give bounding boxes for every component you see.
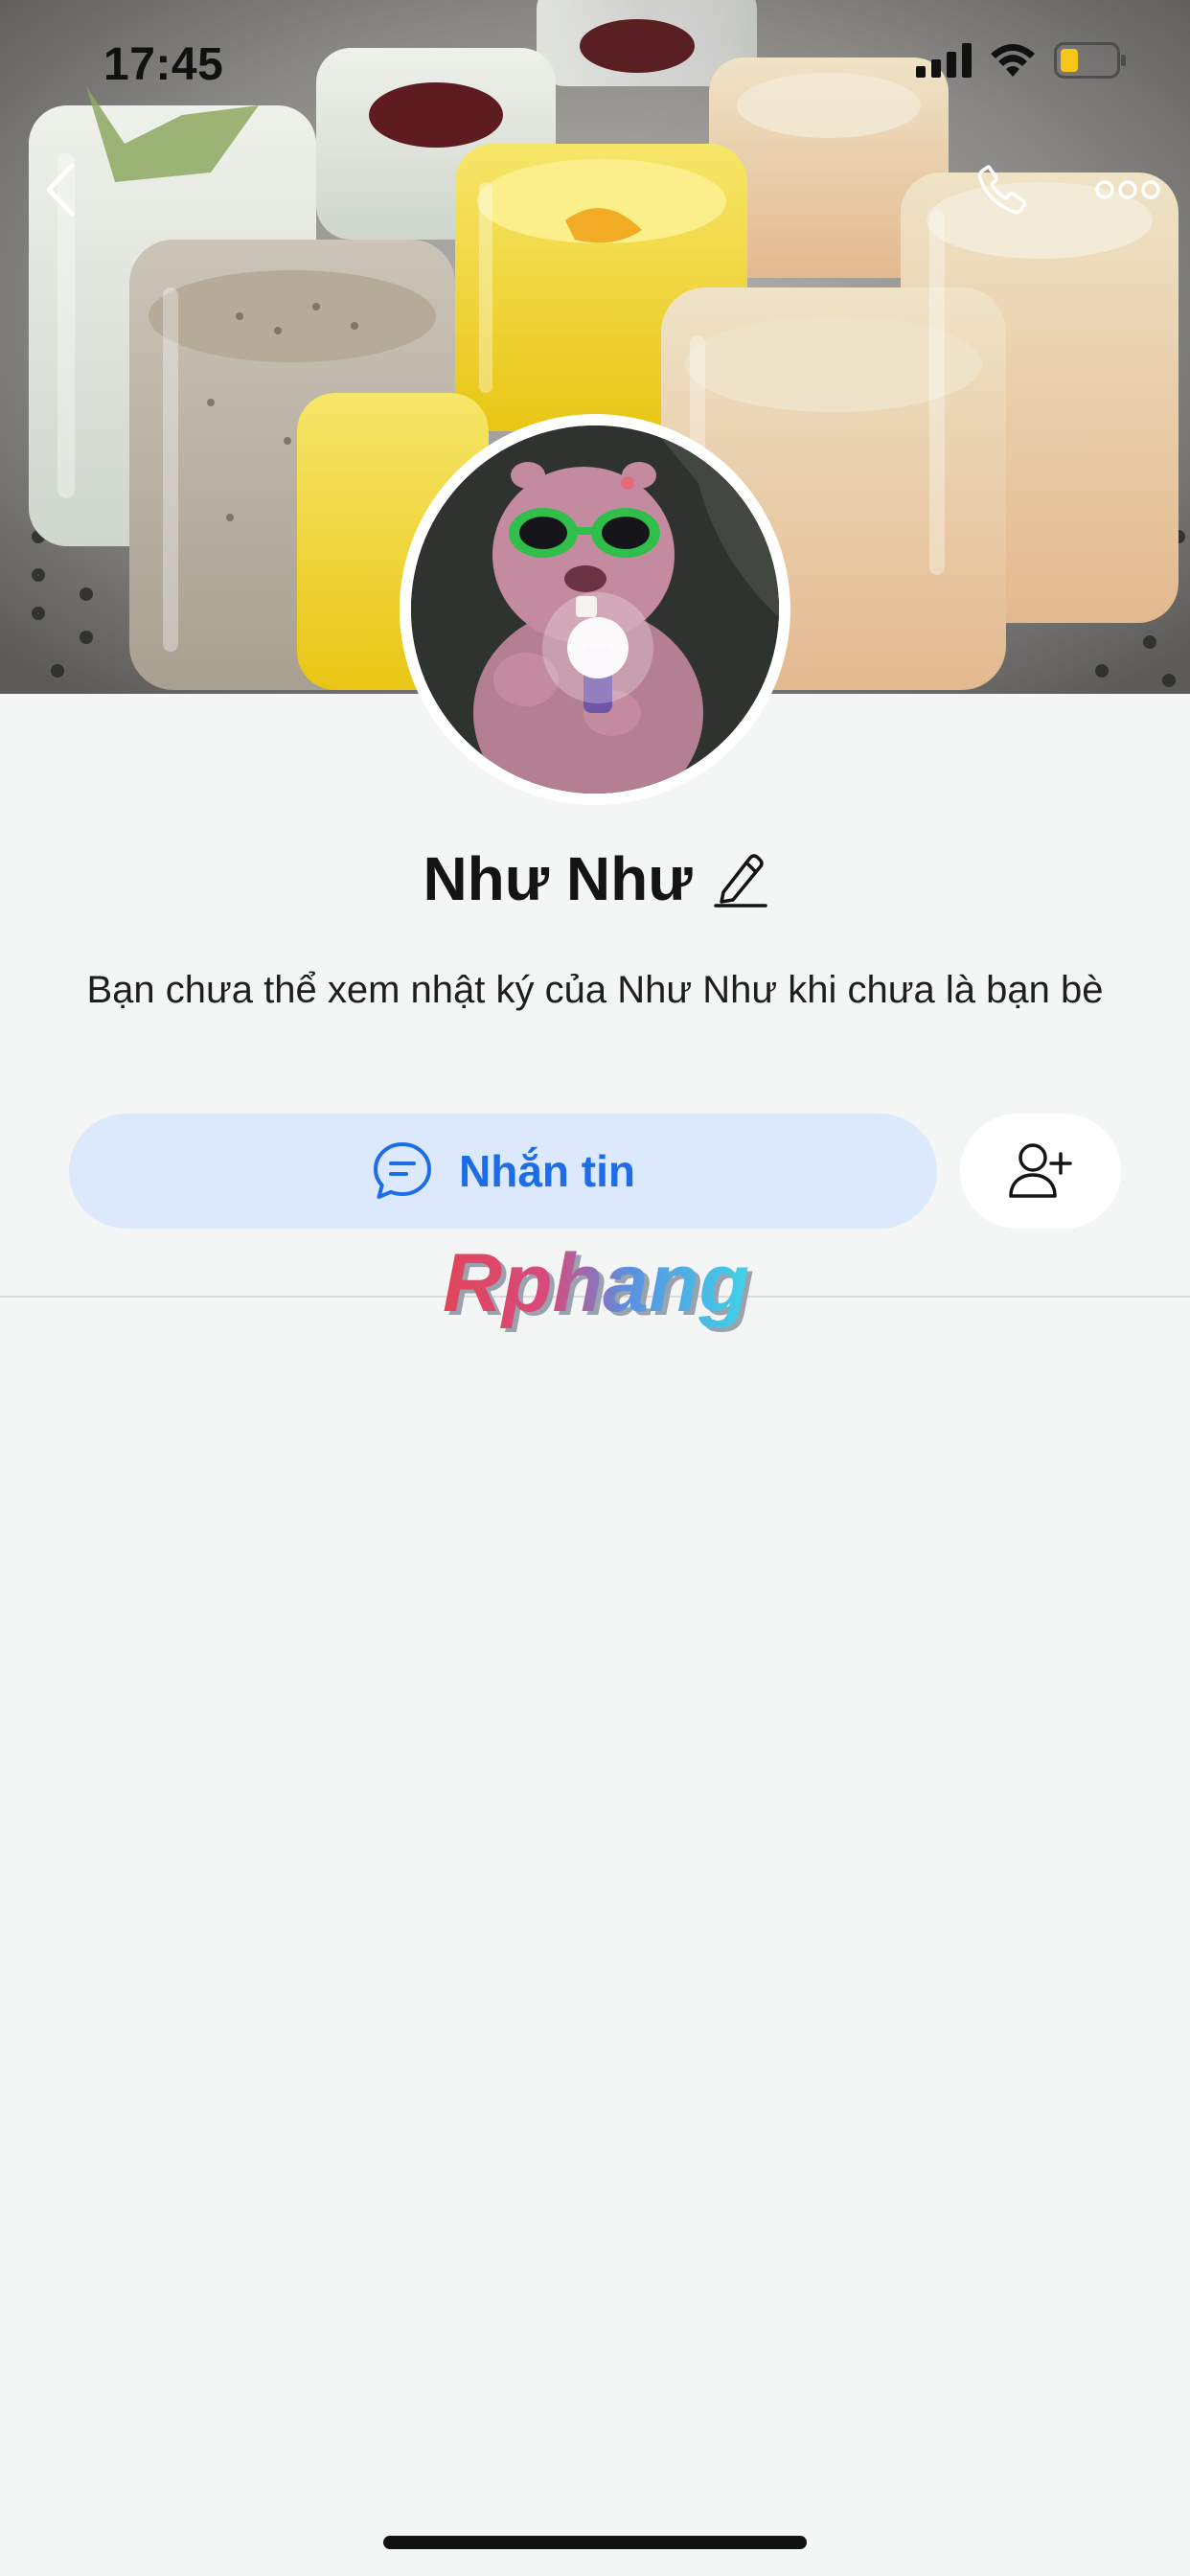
- status-time: 17:45: [103, 39, 224, 90]
- cellular-signal-icon: [916, 43, 972, 78]
- watermark-logo: Rphang Rphang: [443, 1237, 754, 1332]
- pencil-icon: [713, 854, 767, 908]
- call-button[interactable]: [966, 153, 1039, 226]
- profile-name-row: Như Như: [0, 843, 1190, 914]
- status-bar: 17:45: [0, 0, 1190, 126]
- chevron-left-icon: [46, 163, 75, 217]
- status-icons: [916, 42, 1127, 79]
- watermark-text: Rphang: [443, 1237, 749, 1329]
- phone-icon: [977, 165, 1027, 215]
- privacy-note: Bạn chưa thể xem nhật ký của Như Như khi…: [86, 969, 1104, 1011]
- battery-icon: [1054, 42, 1126, 79]
- message-button-label: Nhắn tin: [459, 1146, 635, 1196]
- avatar-mole-figure: [411, 426, 779, 794]
- profile-screen: 17:45 Như Như Bạn chưa thể xem nhật ký c…: [0, 0, 1190, 2576]
- avatar[interactable]: [400, 414, 790, 805]
- profile-name: Như Như: [423, 844, 693, 913]
- home-indicator[interactable]: [383, 2536, 807, 2549]
- avatar-image: [411, 426, 779, 794]
- more-horizontal-icon: [1095, 180, 1160, 199]
- chat-bubble-icon: [374, 1142, 431, 1199]
- wifi-icon: [991, 44, 1035, 77]
- back-button[interactable]: [31, 153, 88, 226]
- more-options-button[interactable]: [1087, 161, 1169, 218]
- add-user-icon: [1009, 1143, 1072, 1198]
- add-friend-button[interactable]: [960, 1114, 1121, 1229]
- message-button[interactable]: Nhắn tin: [69, 1114, 937, 1229]
- edit-nickname-button[interactable]: [713, 850, 767, 908]
